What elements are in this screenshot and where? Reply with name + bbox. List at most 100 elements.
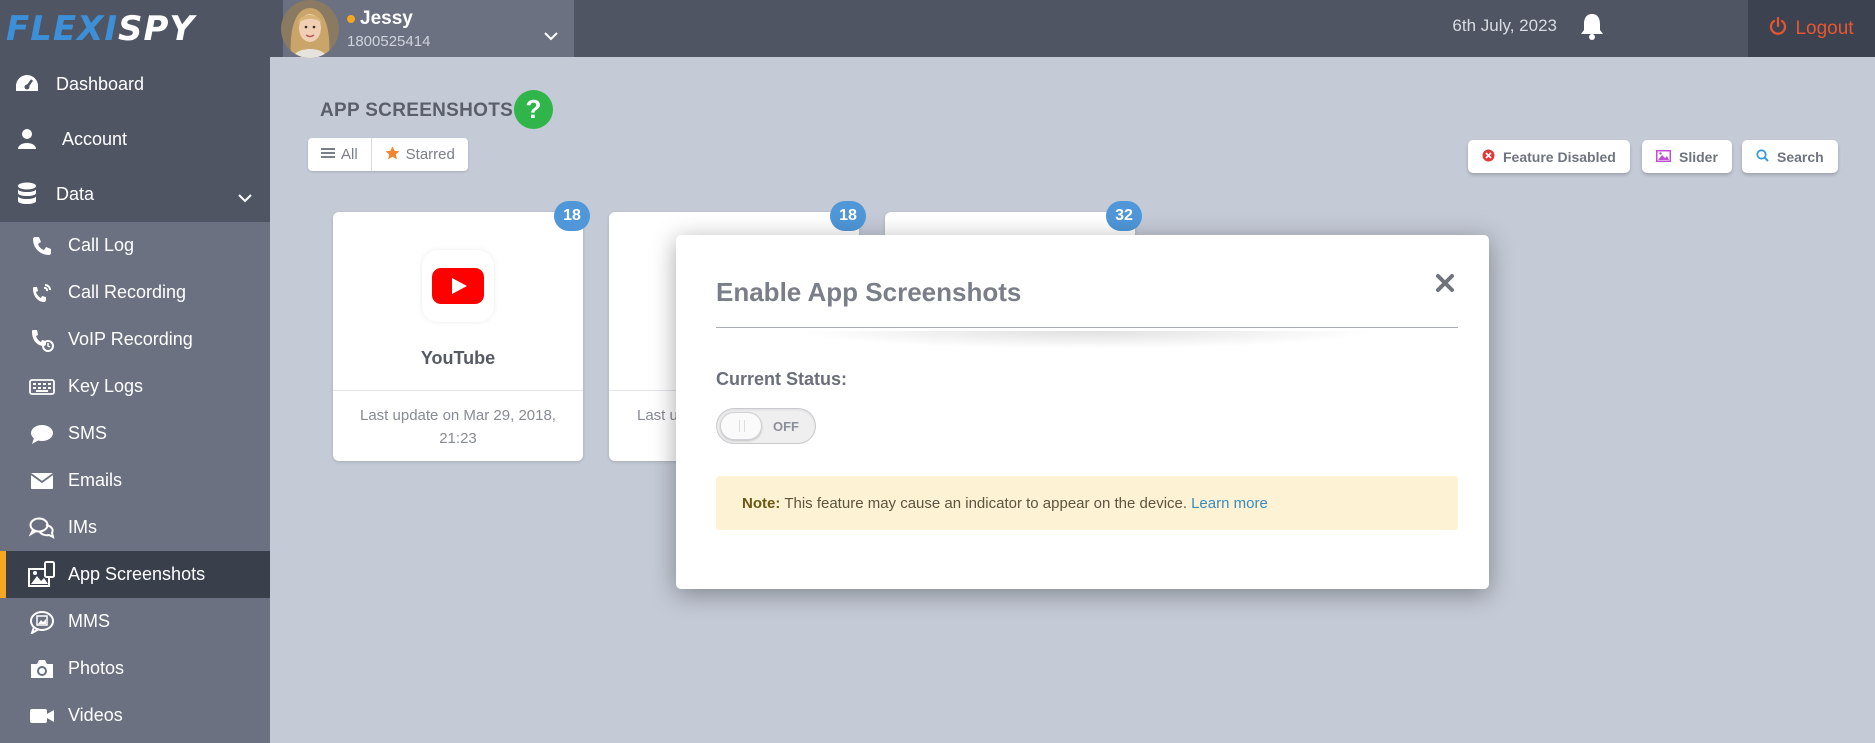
filter-starred-label: Starred <box>405 146 455 163</box>
filter-group: All Starred <box>308 138 468 171</box>
chat-bubble-icon <box>28 420 56 448</box>
sidebar-item-ims[interactable]: IMs <box>0 504 270 551</box>
sidebar-item-dashboard[interactable]: Dashboard <box>0 57 270 111</box>
logo-text-spy: SPY <box>117 8 196 49</box>
search-icon <box>1756 148 1769 165</box>
user-id: 1800525414 <box>347 32 431 50</box>
slider-button[interactable]: Slider <box>1642 140 1732 173</box>
logout-button[interactable]: Logout <box>1748 0 1875 57</box>
sidebar-item-label: IMs <box>68 517 97 537</box>
learn-more-link[interactable]: Learn more <box>1191 495 1268 512</box>
filter-all-button[interactable]: All <box>308 138 371 171</box>
sidebar-item-key-logs[interactable]: Key Logs <box>0 363 270 410</box>
screenshot-count-badge: 32 <box>1106 201 1142 231</box>
enable-app-screenshots-modal: Enable App Screenshots Current Status: O… <box>676 235 1489 589</box>
user-switcher[interactable]: Jessy 1800525414 <box>281 0 574 58</box>
sidebar-item-label: Call Log <box>68 235 135 255</box>
sidebar-item-label: VoIP Recording <box>68 329 193 349</box>
sidebar-item-voip-recording[interactable]: VoIP Recording <box>0 316 270 363</box>
list-icon <box>321 146 335 163</box>
note-banner: Note: This feature may cause an indicato… <box>716 476 1458 530</box>
logo-text-flexi: FLEXI <box>6 8 118 49</box>
error-circle-icon <box>1482 149 1495 165</box>
dashboard-icon <box>14 71 40 97</box>
star-icon <box>385 146 400 164</box>
app-screenshots-icon <box>28 560 56 589</box>
screenshot-count-badge: 18 <box>554 201 590 231</box>
current-status-label: Current Status: <box>716 369 848 389</box>
card-divider <box>333 390 583 391</box>
last-update-text: Last update on Mar 29, 2018, 21:23 <box>360 407 556 447</box>
comments-icon <box>28 514 56 542</box>
sidebar-item-label: Photos <box>68 658 125 678</box>
phone-icon <box>28 232 56 260</box>
sidebar-item-label: Account <box>62 128 128 149</box>
top-bar: FLEXI SPY Jessy 1800525414 6th July, 202… <box>0 0 1875 58</box>
sidebar-item-app-screenshots[interactable]: App Screenshots <box>0 551 270 598</box>
status-toggle[interactable]: OFF <box>716 408 816 444</box>
page-title: APP SCREENSHOTS <box>320 100 514 121</box>
filter-starred-button[interactable]: Starred <box>370 138 468 171</box>
sidebar-item-photos[interactable]: Photos <box>0 645 270 692</box>
app-card-youtube[interactable]: YouTube Last update on Mar 29, 2018, 21:… <box>333 212 583 461</box>
toggle-knob[interactable] <box>720 412 762 440</box>
sidebar-item-label: Emails <box>68 470 123 490</box>
last-update-text: Last u <box>637 407 678 424</box>
user-icon <box>14 126 40 152</box>
user-name: Jessy <box>360 7 413 29</box>
sidebar-item-label: SMS <box>68 423 108 443</box>
sidebar-item-label: Call Recording <box>68 282 187 302</box>
phone-recording-icon <box>28 279 56 307</box>
sidebar-item-videos[interactable]: Videos <box>0 692 270 739</box>
modal-title: Enable App Screenshots <box>716 277 1022 307</box>
keyboard-icon <box>28 373 56 401</box>
current-date: 6th July, 2023 <box>1452 16 1557 35</box>
data-submenu: Call Log Call Recording VoIP Recording K… <box>0 222 270 743</box>
app-name: YouTube <box>420 348 496 368</box>
sidebar-item-label: Data <box>56 183 95 204</box>
power-icon <box>1769 16 1787 41</box>
sidebar-item-label: MMS <box>68 611 110 631</box>
envelope-icon <box>28 467 56 495</box>
sidebar-item-call-recording[interactable]: Call Recording <box>0 269 270 316</box>
toggle-state-text: OFF <box>773 419 799 434</box>
modal-divider <box>716 327 1458 328</box>
note-label: Note: <box>742 494 781 512</box>
feature-disabled-label: Feature Disabled <box>1503 148 1616 165</box>
online-status-dot <box>347 14 355 23</box>
note-text: This feature may cause an indicator to a… <box>784 494 1188 512</box>
camera-icon <box>28 655 56 683</box>
sidebar: Dashboard Account Data Call Log Call Rec… <box>0 57 270 743</box>
database-icon <box>14 181 40 207</box>
filter-all-label: All <box>341 146 358 163</box>
voip-icon <box>28 326 56 354</box>
close-icon[interactable] <box>1435 273 1455 298</box>
image-icon <box>1656 149 1671 165</box>
sidebar-item-sms[interactable]: SMS <box>0 410 270 457</box>
sidebar-item-label: Dashboard <box>56 73 145 94</box>
feature-disabled-button[interactable]: Feature Disabled <box>1468 140 1630 173</box>
sidebar-item-label: Key Logs <box>68 376 144 396</box>
chevron-down-icon[interactable] <box>544 28 558 46</box>
flexispy-logo[interactable]: FLEXI SPY <box>0 0 270 57</box>
search-button[interactable]: Search <box>1742 140 1838 173</box>
avatar <box>281 0 339 58</box>
sidebar-item-emails[interactable]: Emails <box>0 457 270 504</box>
logout-label: Logout <box>1795 17 1854 39</box>
video-icon <box>28 702 56 730</box>
mms-icon <box>28 608 56 636</box>
sidebar-item-account[interactable]: Account <box>0 112 270 166</box>
sidebar-item-label: Videos <box>68 705 123 725</box>
search-label: Search <box>1777 148 1824 165</box>
sidebar-item-label: App Screenshots <box>68 564 206 584</box>
bell-icon[interactable] <box>1579 12 1605 45</box>
slider-label: Slider <box>1679 148 1718 165</box>
divider-shadow <box>796 331 1376 349</box>
chevron-down-icon[interactable] <box>238 187 252 208</box>
sidebar-item-call-log[interactable]: Call Log <box>0 222 270 269</box>
sidebar-item-data[interactable]: Data <box>0 167 270 221</box>
screenshot-count-badge: 18 <box>830 201 866 231</box>
help-icon[interactable]: ? <box>514 90 553 129</box>
youtube-icon <box>422 250 494 322</box>
sidebar-item-mms[interactable]: MMS <box>0 598 270 645</box>
